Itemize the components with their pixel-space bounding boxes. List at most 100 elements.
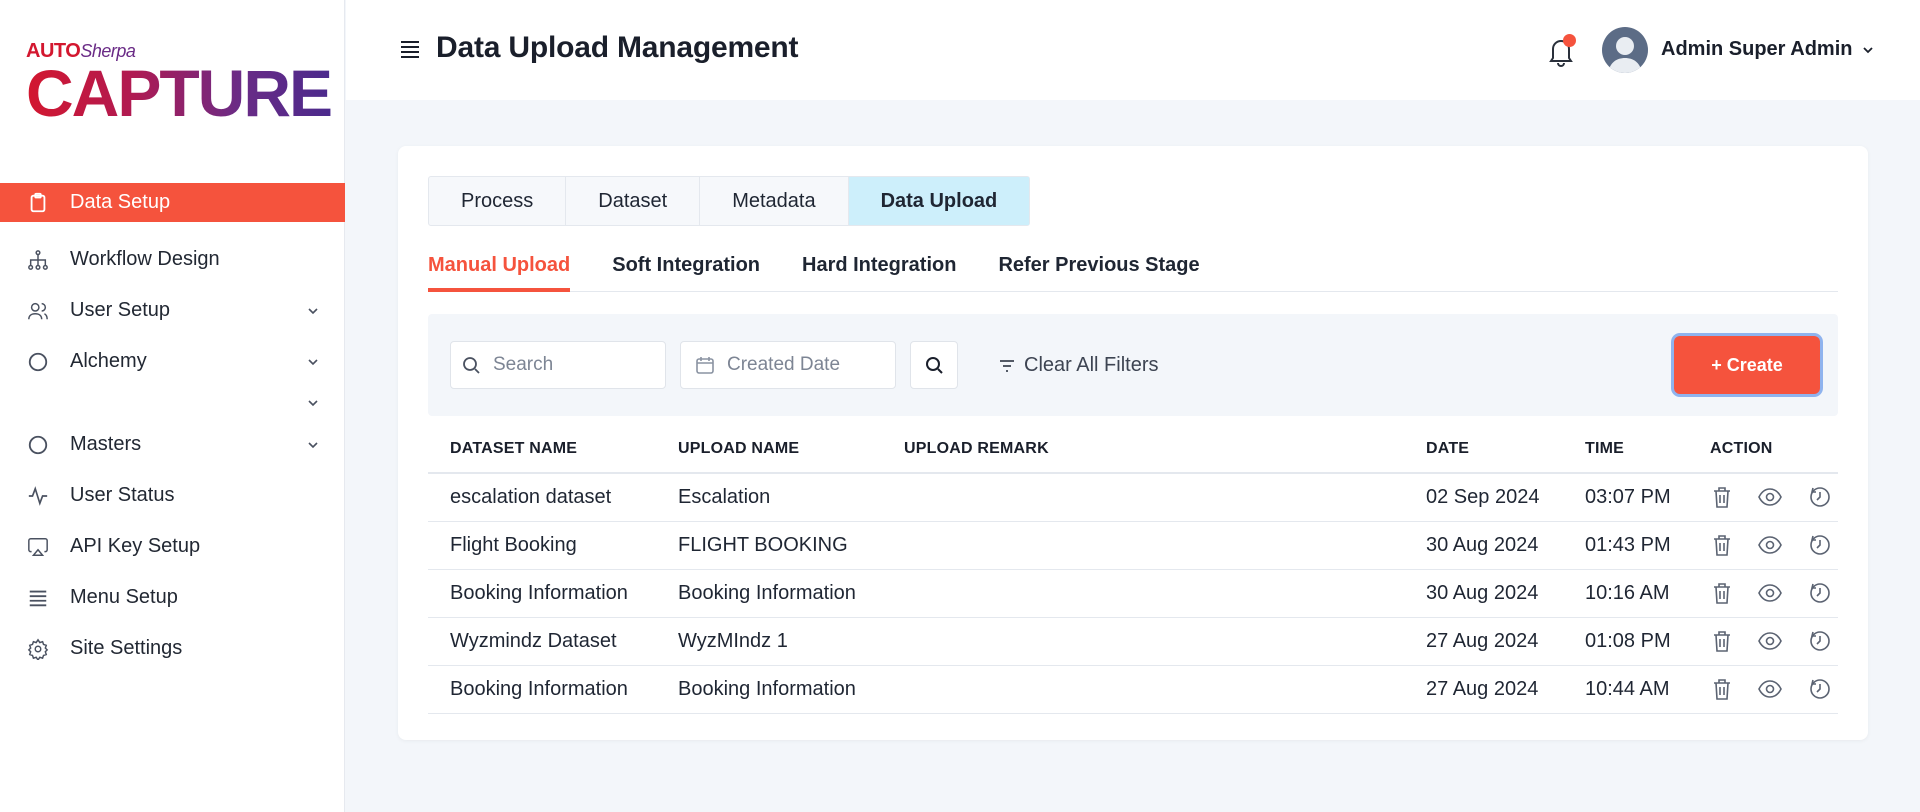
cell-dataset-name: Booking Information bbox=[450, 582, 628, 604]
sidebar-item-user-status[interactable]: User Status bbox=[0, 470, 345, 521]
activity-icon bbox=[26, 484, 50, 508]
cell-time: 01:43 PM bbox=[1585, 534, 1671, 556]
history-icon[interactable] bbox=[1807, 580, 1833, 606]
data-upload-card: Process Dataset Metadata Data Upload Man… bbox=[398, 146, 1868, 740]
sidebar: AUTOSherpa CAPTURE Data Setup Workflow D… bbox=[0, 0, 345, 812]
cell-date: 02 Sep 2024 bbox=[1426, 486, 1540, 508]
view-icon[interactable] bbox=[1757, 484, 1783, 510]
brand-wordmark: CAPTURE bbox=[26, 56, 333, 130]
cell-dataset-name: Wyzmindz Dataset bbox=[450, 630, 617, 652]
user-menu-name[interactable]: Admin Super Admin bbox=[1661, 38, 1852, 61]
delete-icon[interactable] bbox=[1709, 628, 1735, 654]
page-title: Data Upload Management bbox=[436, 31, 799, 64]
subtab-manual-upload[interactable]: Manual Upload bbox=[428, 248, 571, 292]
avatar[interactable] bbox=[1602, 27, 1648, 73]
history-icon[interactable] bbox=[1807, 676, 1833, 702]
brand-logo[interactable]: AUTOSherpa CAPTURE bbox=[26, 36, 333, 128]
clear-filters-label: Clear All Filters bbox=[1024, 354, 1159, 376]
delete-icon[interactable] bbox=[1709, 676, 1735, 702]
airplay-icon bbox=[26, 535, 50, 559]
subtab-soft-integration[interactable]: Soft Integration bbox=[612, 248, 760, 291]
subtab-hard-integration[interactable]: Hard Integration bbox=[802, 248, 956, 291]
cell-date: 30 Aug 2024 bbox=[1426, 582, 1539, 604]
primary-tabs: Process Dataset Metadata Data Upload bbox=[428, 176, 1031, 226]
sidebar-item-masters[interactable]: Masters bbox=[0, 419, 345, 470]
secondary-tabs: Manual Upload Soft Integration Hard Inte… bbox=[428, 248, 1838, 292]
sidebar-item-menu-setup[interactable]: Menu Setup bbox=[0, 572, 345, 623]
sidebar-item-label: Menu Setup bbox=[70, 586, 178, 608]
date-placeholder: Created Date bbox=[727, 354, 841, 375]
sidebar-item-api-key-setup[interactable]: API Key Setup bbox=[0, 521, 345, 572]
chevron-down-icon bbox=[308, 358, 318, 365]
search-placeholder: Search bbox=[493, 354, 554, 375]
chevron-down-icon bbox=[308, 400, 318, 407]
header-upload-name: UPLOAD NAME bbox=[678, 440, 800, 457]
subtab-refer-previous-stage[interactable]: Refer Previous Stage bbox=[998, 248, 1199, 291]
tab-dataset[interactable]: Dataset bbox=[566, 177, 701, 225]
notification-badge bbox=[1563, 34, 1576, 47]
sidebar-item-user-setup[interactable]: User Setup bbox=[0, 285, 345, 336]
history-icon[interactable] bbox=[1807, 484, 1833, 510]
table-row: escalation dataset Escalation 02 Sep 2024 0… bbox=[428, 474, 1838, 522]
sidebar-item-label: User Status bbox=[70, 484, 175, 506]
create-button[interactable]: + Create bbox=[1674, 336, 1820, 394]
header-time: TIME bbox=[1585, 440, 1625, 457]
view-icon[interactable] bbox=[1757, 676, 1783, 702]
sidebar-item-workflow-design[interactable]: Workflow Design bbox=[0, 234, 345, 285]
delete-icon[interactable] bbox=[1709, 580, 1735, 606]
filter-icon bbox=[1000, 359, 1014, 372]
menu-toggle-icon[interactable] bbox=[399, 38, 421, 60]
table-row: Booking Information Booking Information 27… bbox=[428, 666, 1838, 714]
search-input[interactable]: Search bbox=[450, 341, 666, 389]
sidebar-item-site-settings[interactable]: Site Settings bbox=[0, 623, 345, 674]
sidebar-empty-group[interactable] bbox=[0, 387, 345, 419]
tab-process[interactable]: Process bbox=[429, 177, 567, 225]
sidebar-item-label: Workflow Design bbox=[70, 248, 220, 270]
clear-filters-button[interactable]: Clear All Filters bbox=[998, 354, 1158, 377]
header-dataset-name: DATASET NAME bbox=[450, 440, 578, 457]
search-button[interactable] bbox=[910, 341, 958, 389]
notification-button[interactable] bbox=[1544, 34, 1578, 68]
history-icon[interactable] bbox=[1807, 532, 1833, 558]
table-header: DATASET NAME UPLOAD NAME UPLOAD REMARK D… bbox=[428, 416, 1838, 474]
tab-data-upload[interactable]: Data Upload bbox=[848, 177, 1030, 225]
filter-bar: Search Created Date Clear All Filters + … bbox=[428, 314, 1838, 416]
header-action: ACTION bbox=[1710, 440, 1773, 457]
tab-metadata[interactable]: Metadata bbox=[700, 177, 849, 225]
cell-date: 27 Aug 2024 bbox=[1426, 678, 1539, 700]
clipboard-icon bbox=[26, 191, 50, 215]
cell-upload-name: Booking Information bbox=[678, 582, 856, 604]
sidebar-item-label: Masters bbox=[70, 433, 142, 455]
delete-icon[interactable] bbox=[1709, 484, 1735, 510]
circle-icon bbox=[26, 350, 50, 374]
user-silhouette-icon bbox=[1608, 37, 1642, 73]
top-header: Data Upload Management Admin Super Admin bbox=[346, 0, 1920, 100]
cell-dataset-name: Flight Booking bbox=[450, 534, 577, 556]
cell-time: 10:16 AM bbox=[1585, 582, 1670, 604]
table-row: Wyzmindz Dataset WyzMIndz 1 27 Aug 2024 01:… bbox=[428, 618, 1838, 666]
circle-icon bbox=[26, 433, 50, 457]
cell-dataset-name: escalation dataset bbox=[450, 486, 612, 508]
chevron-down-icon[interactable] bbox=[1860, 42, 1876, 58]
delete-icon[interactable] bbox=[1709, 532, 1735, 558]
created-date-input[interactable]: Created Date bbox=[680, 341, 896, 389]
cell-date: 30 Aug 2024 bbox=[1426, 534, 1539, 556]
uploads-table: DATASET NAME UPLOAD NAME UPLOAD REMARK D… bbox=[428, 416, 1838, 714]
cell-time: 03:07 PM bbox=[1585, 486, 1671, 508]
history-icon[interactable] bbox=[1807, 628, 1833, 654]
search-icon bbox=[926, 357, 943, 374]
cell-upload-name: WyzMIndz 1 bbox=[678, 630, 788, 652]
view-icon[interactable] bbox=[1757, 532, 1783, 558]
view-icon[interactable] bbox=[1757, 628, 1783, 654]
users-icon bbox=[26, 299, 50, 323]
view-icon[interactable] bbox=[1757, 580, 1783, 606]
header-date: DATE bbox=[1426, 440, 1470, 457]
hierarchy-icon bbox=[26, 248, 50, 272]
calendar-icon bbox=[696, 357, 714, 374]
sidebar-item-label: Site Settings bbox=[70, 637, 183, 659]
sidebar-item-alchemy[interactable]: Alchemy bbox=[0, 336, 345, 387]
sidebar-item-label: Alchemy bbox=[70, 350, 147, 372]
sidebar-item-data-setup[interactable]: Data Setup bbox=[0, 183, 345, 222]
sidebar-item-label: API Key Setup bbox=[70, 535, 201, 557]
search-icon bbox=[463, 357, 480, 374]
